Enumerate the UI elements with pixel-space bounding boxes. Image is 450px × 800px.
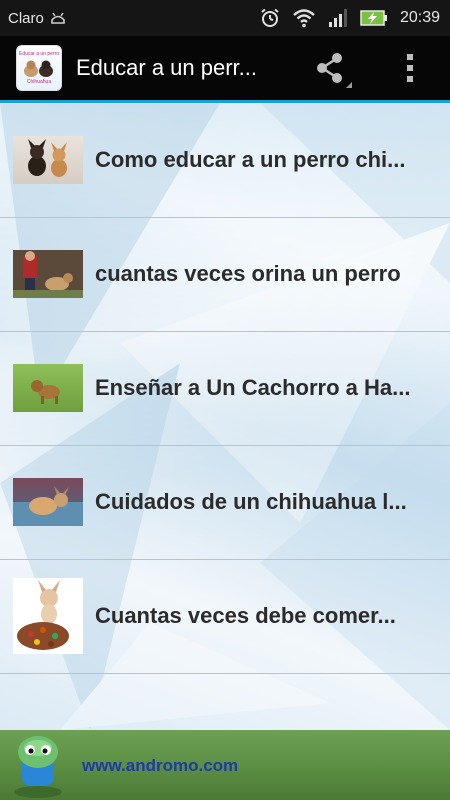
clock: 20:39 [399, 9, 440, 26]
overflow-menu-icon [407, 54, 413, 60]
list-item-thumbnail [13, 250, 83, 298]
list-item-thumbnail [13, 136, 83, 184]
list-item[interactable]: Cuidados de un chihuahua l... [0, 445, 450, 560]
andromo-robot-icon [14, 736, 62, 798]
person-with-dog-image [13, 250, 83, 298]
list-item-title: cuantas veces orina un perro [95, 261, 401, 286]
list-item-thumbnail [13, 364, 83, 412]
list-item-thumbnail [13, 478, 83, 526]
app-title: Educar a un perr... [76, 55, 257, 80]
list-item[interactable]: cuantas veces orina un perro [0, 217, 450, 332]
article-list[interactable]: Como educar a un perro chi... cuantas ve… [0, 103, 450, 730]
banner-link[interactable]: www.andromo.com [82, 756, 238, 776]
list-item[interactable]: Como educar a un perro chi... [0, 103, 450, 218]
signal-icon [328, 9, 347, 27]
status-bar: Claro 20:39 [0, 0, 450, 36]
android-debug-icon [51, 12, 65, 24]
list-item[interactable]: Cuantas veces debe comer... [0, 559, 450, 674]
app-icon[interactable]: Educar a un perro Chihuahua [16, 45, 62, 91]
action-bar: Educar a un perro Chihuahua Educar a un … [0, 36, 450, 100]
list-item-title: Enseñar a Un Cachorro a Ha... [95, 375, 411, 400]
chihuahua-with-food-image [13, 578, 83, 654]
puppy-on-grass-image [31, 380, 60, 404]
list-item-title: Cuidados de un chihuahua l... [95, 489, 407, 514]
overflow-menu-button[interactable] [396, 48, 424, 88]
overflow-menu-icon-dot [407, 65, 413, 71]
alarm-icon [261, 8, 279, 27]
list-item-title: Cuantas veces debe comer... [95, 603, 396, 628]
battery-charging-icon [360, 10, 387, 26]
app-icon-text-bottom: Chihuahua [26, 79, 52, 85]
carrier-name: Claro [8, 9, 44, 27]
list-item-thumbnail [13, 578, 83, 654]
share-button[interactable] [312, 48, 356, 88]
list-item[interactable]: Enseñar a Un Cachorro a Ha... [0, 331, 450, 446]
overflow-menu-icon-dot [407, 76, 413, 82]
list-item-title: Como educar a un perro chi... [95, 147, 406, 172]
app-icon-dogs [24, 60, 53, 77]
share-icon [317, 53, 352, 88]
chihuahua-on-blanket-image [13, 486, 83, 526]
ad-banner[interactable]: www.andromo.com [0, 730, 450, 800]
wifi-icon [293, 9, 315, 28]
chihuahuas-image [28, 139, 67, 177]
